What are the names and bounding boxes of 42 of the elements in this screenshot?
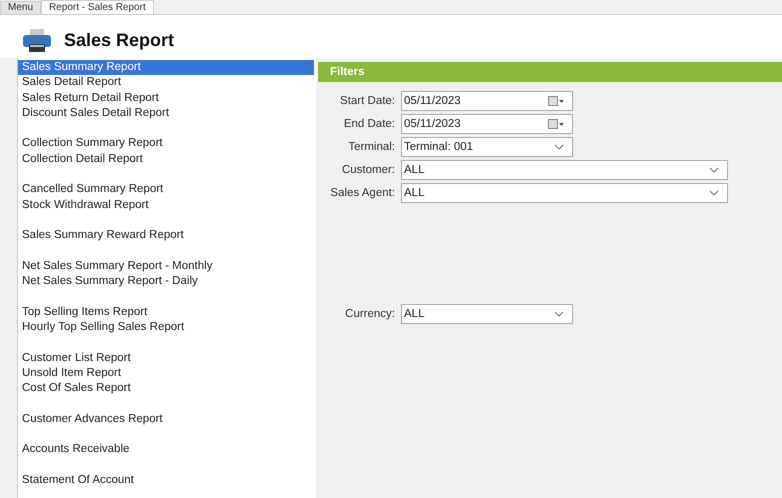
report-list-item[interactable]: Net Sales Summary Report - Monthly <box>18 258 314 274</box>
field-label: Terminal: <box>347 141 396 153</box>
report-list-item[interactable]: Top Selling Items Report <box>18 304 314 320</box>
tab[interactable]: Report - Sales Report <box>41 0 154 14</box>
report-list-item[interactable]: Collection Summary Report <box>18 136 314 152</box>
report-list-item[interactable]: Sales Detail Report <box>18 75 314 91</box>
calendar-icon[interactable] <box>548 119 564 129</box>
report-list-item[interactable]: Net Sales Summary Report - Daily <box>18 274 314 290</box>
report-list-item[interactable]: Accounts Receivable <box>18 442 314 458</box>
filters-header: Filters <box>316 62 782 82</box>
field-label: Start Date: <box>339 95 396 107</box>
report-list-item[interactable]: Discount Sales Detail Report <box>18 106 314 122</box>
calendar-icon[interactable] <box>548 96 564 106</box>
date-field[interactable]: 05/11/2023 <box>401 114 573 134</box>
chevron-down-icon <box>554 144 564 150</box>
field-label: End Date: <box>342 118 396 130</box>
field-label: Currency: <box>344 308 396 320</box>
dropdown-field[interactable]: Terminal: 001 <box>401 137 573 157</box>
report-list-item[interactable]: Cancelled Summary Report <box>18 182 314 198</box>
field-label: Customer: <box>340 164 396 176</box>
chevron-down-icon <box>554 311 564 317</box>
report-list-item[interactable]: Statement Of Account <box>18 473 314 488</box>
dropdown-field[interactable]: ALL <box>401 160 728 180</box>
report-list-item[interactable]: Sales Summary Report <box>18 60 314 76</box>
report-list-item[interactable]: Sales Summary Reward Report <box>18 228 314 244</box>
report-list-item[interactable]: Unsold Item Report <box>18 366 314 382</box>
report-list-item[interactable]: Collection Detail Report <box>18 152 314 168</box>
date-field[interactable]: 05/11/2023 <box>401 91 573 111</box>
report-list-item[interactable]: Hourly Top Selling Sales Report <box>18 320 314 336</box>
tab[interactable]: Menu <box>0 1 42 14</box>
page-title: Sales Report <box>64 30 174 51</box>
report-list-item[interactable]: Cost Of Sales Report <box>18 381 314 397</box>
chevron-down-icon <box>709 167 719 173</box>
field-label: Sales Agent: <box>329 187 396 199</box>
dropdown-field[interactable]: ALL <box>401 183 728 203</box>
report-list-item[interactable]: Customer List Report <box>18 350 314 366</box>
chevron-down-icon <box>709 190 719 196</box>
report-list-item[interactable]: Sales Return Detail Report <box>18 90 314 106</box>
printer-icon <box>22 28 52 52</box>
report-list-item[interactable]: Customer Advances Report <box>18 412 314 428</box>
dropdown-field[interactable]: ALL <box>401 304 573 324</box>
report-list-item[interactable]: Stock Withdrawal Report <box>18 198 314 213</box>
